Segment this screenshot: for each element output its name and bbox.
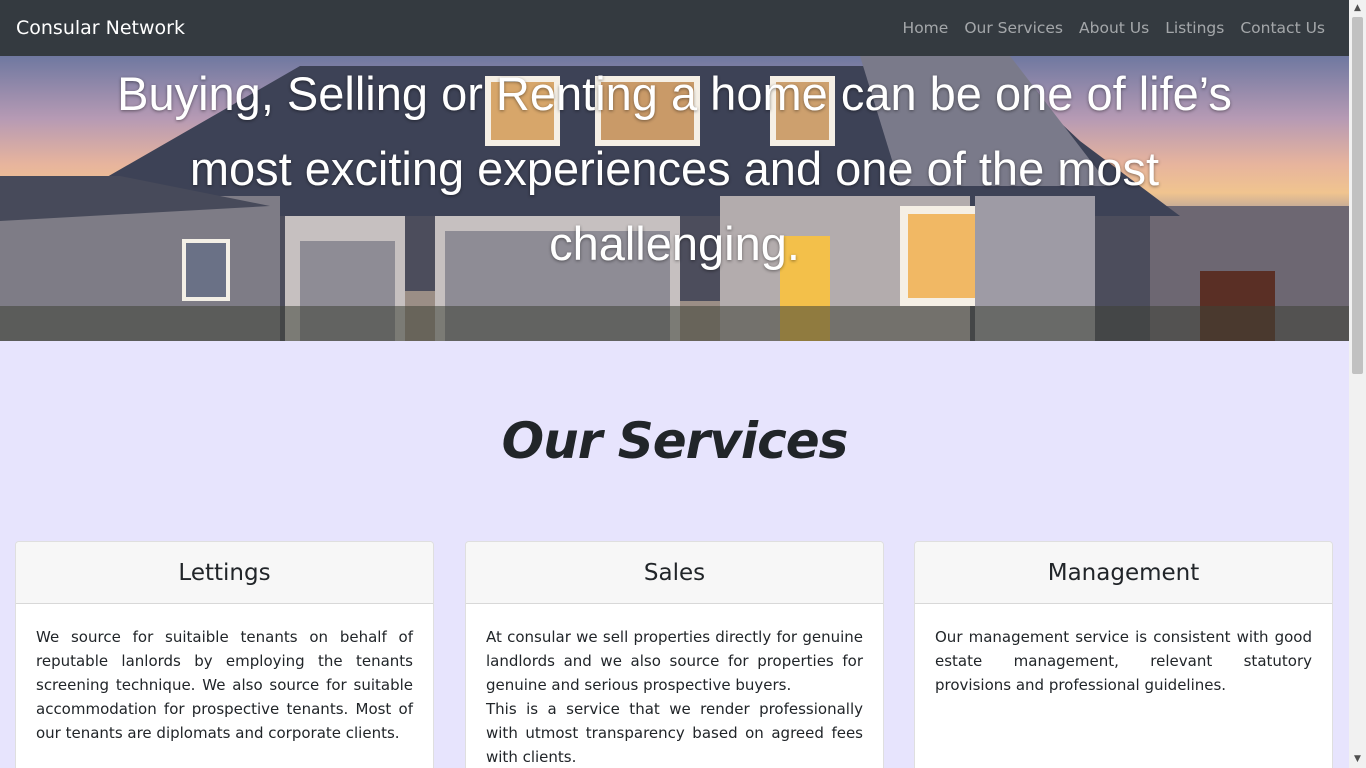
- card-paragraph: This is a service that we render profess…: [486, 700, 863, 766]
- scroll-thumb[interactable]: [1352, 17, 1363, 374]
- card-body: We source for suitaible tenants on behal…: [16, 604, 433, 745]
- hero-headline-line-3: challenging.: [549, 217, 800, 270]
- card-heading: Management: [915, 542, 1332, 604]
- card-paragraph: We source for suitaible tenants on behal…: [36, 628, 413, 742]
- hero-headline-line-1: Buying, Selling or Renting a home can be…: [117, 67, 1232, 120]
- service-card-lettings: Lettings We source for suitaible tenants…: [15, 541, 434, 768]
- card-paragraph: At consular we sell properties directly …: [486, 628, 863, 694]
- card-body: Our management service is consistent wit…: [915, 604, 1332, 697]
- scroll-down-arrow-icon[interactable]: ▼: [1349, 751, 1366, 768]
- hero-headline: Buying, Selling or Renting a home can be…: [60, 56, 1289, 281]
- service-card-management: Management Our management service is con…: [914, 541, 1333, 768]
- nav-link-contact-us[interactable]: Contact Us: [1232, 19, 1333, 37]
- nav-link-home[interactable]: Home: [895, 19, 957, 37]
- nav-link-listings[interactable]: Listings: [1157, 19, 1232, 37]
- hero-banner: Buying, Selling or Renting a home can be…: [0, 56, 1349, 341]
- services-title: Our Services: [501, 412, 849, 470]
- card-heading: Sales: [466, 542, 883, 604]
- brand-link[interactable]: Consular Network: [16, 17, 185, 39]
- hero-headline-line-2: most exciting experiences and one of the…: [189, 142, 1160, 195]
- card-paragraph: Our management service is consistent wit…: [935, 628, 1312, 694]
- nav-link-our-services[interactable]: Our Services: [956, 19, 1071, 37]
- service-card-sales: Sales At consular we sell properties dir…: [465, 541, 884, 768]
- page: Consular Network Home Our Services About…: [0, 0, 1349, 768]
- scroll-up-arrow-icon[interactable]: ▲: [1349, 0, 1366, 17]
- navbar: Consular Network Home Our Services About…: [0, 0, 1349, 56]
- nav-link-about-us[interactable]: About Us: [1071, 19, 1157, 37]
- card-body: At consular we sell properties directly …: [466, 604, 883, 768]
- nav-links: Home Our Services About Us Listings Cont…: [895, 19, 1333, 37]
- card-heading: Lettings: [16, 542, 433, 604]
- page-scrollbar[interactable]: ▲ ▼: [1349, 0, 1366, 768]
